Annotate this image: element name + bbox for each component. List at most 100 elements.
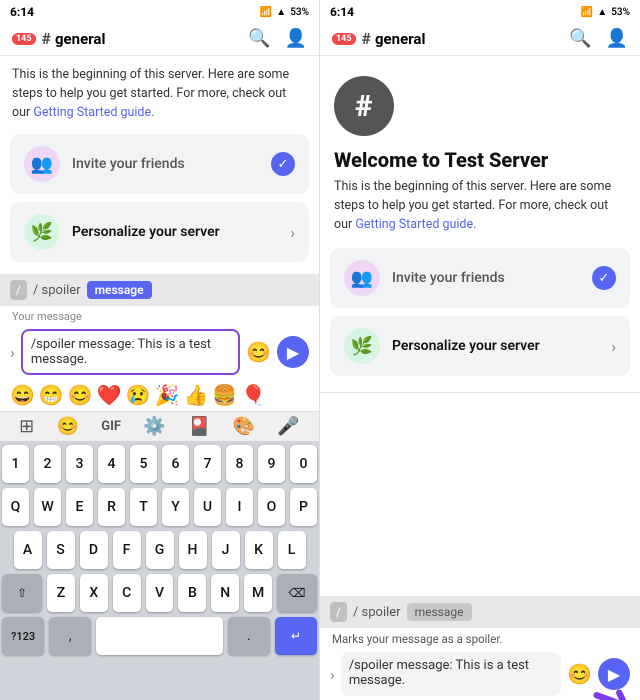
kb-key-6[interactable]: 6 bbox=[162, 445, 189, 483]
channel-name-right: # general bbox=[362, 29, 570, 48]
kb-key-3[interactable]: 3 bbox=[66, 445, 93, 483]
message-label-left: Your message bbox=[0, 306, 319, 325]
kb-key-g[interactable]: G bbox=[146, 531, 174, 569]
command-bar-left: / / spoiler message bbox=[0, 274, 319, 306]
emoji-btn-right[interactable]: 😊 bbox=[567, 662, 592, 686]
task-personalize-right[interactable]: 🌿 Personalize your server › bbox=[330, 316, 630, 376]
kb-key-8[interactable]: 8 bbox=[226, 445, 253, 483]
task-invite-right[interactable]: 👥 Invite your friends ✓ bbox=[330, 248, 630, 308]
search-icon-right[interactable]: 🔍 bbox=[569, 28, 591, 49]
kb-key-w[interactable]: W bbox=[34, 488, 61, 526]
kb-key-y[interactable]: Y bbox=[162, 488, 189, 526]
kb-key-r[interactable]: R bbox=[98, 488, 125, 526]
left-panel: 6:14 📶 ▲ 53% 145 # general 🔍 👤 This is t… bbox=[0, 0, 320, 700]
command-slash-left: / spoiler bbox=[33, 283, 81, 298]
getting-started-link-left[interactable]: Getting Started guide. bbox=[33, 105, 154, 120]
command-tag-left[interactable]: message bbox=[87, 281, 152, 299]
kb-emoji-icon[interactable]: 😊 bbox=[57, 416, 79, 437]
task-invite-check: ✓ bbox=[271, 152, 295, 176]
kb-toolbar-left: ⊞ 😊 GIF ⚙️ 🎴 🎨 🎤 bbox=[0, 411, 319, 441]
kb-comma-key[interactable]: , bbox=[49, 617, 91, 655]
command-icon-right: / bbox=[330, 602, 347, 622]
kb-key-l[interactable]: L bbox=[278, 531, 306, 569]
kb-key-b[interactable]: B bbox=[178, 574, 206, 612]
kb-123-key[interactable]: ?123 bbox=[2, 617, 44, 655]
kb-key-1[interactable]: 1 bbox=[2, 445, 29, 483]
kb-key-z[interactable]: Z bbox=[47, 574, 75, 612]
message-input-right[interactable]: /spoiler message: This is a test message… bbox=[341, 652, 561, 696]
kb-space-key[interactable] bbox=[96, 617, 222, 655]
kb-key-x[interactable]: X bbox=[80, 574, 108, 612]
kb-key-p[interactable]: P bbox=[290, 488, 317, 526]
welcome-text-left: This is the beginning of this server. He… bbox=[0, 56, 319, 130]
kb-shift-key[interactable]: ⇧ bbox=[2, 574, 42, 612]
kb-gif-icon[interactable]: GIF bbox=[101, 419, 121, 434]
status-bar-right: 6:14 📶 ▲ 53% bbox=[320, 0, 640, 22]
kb-key-j[interactable]: J bbox=[212, 531, 240, 569]
kb-key-v[interactable]: V bbox=[146, 574, 174, 612]
wifi-icon-right: ▲ bbox=[597, 7, 607, 18]
time-left: 6:14 bbox=[10, 5, 34, 19]
members-icon-left[interactable]: 👤 bbox=[285, 28, 307, 49]
hash-icon-right: # bbox=[362, 29, 371, 48]
command-icon-left: / bbox=[10, 280, 27, 300]
kb-period-key[interactable]: . bbox=[228, 617, 270, 655]
kb-paint-icon[interactable]: 🎨 bbox=[233, 416, 255, 437]
kb-mic-icon[interactable]: 🎤 bbox=[277, 416, 299, 437]
kb-key-e[interactable]: E bbox=[66, 488, 93, 526]
getting-started-link-right[interactable]: Getting Started guide. bbox=[355, 217, 476, 232]
kb-key-a[interactable]: A bbox=[14, 531, 42, 569]
send-btn-left[interactable]: ▶ bbox=[277, 336, 309, 368]
signal-icon: 📶 bbox=[260, 7, 272, 18]
time-right: 6:14 bbox=[330, 5, 354, 19]
kb-key-9[interactable]: 9 bbox=[258, 445, 285, 483]
kb-key-n[interactable]: N bbox=[211, 574, 239, 612]
channel-header-left: 145 # general 🔍 👤 bbox=[0, 22, 319, 56]
battery-icon-right: 53% bbox=[611, 7, 630, 18]
task-personalize-icon: 🌿 bbox=[24, 214, 60, 250]
kb-key-m[interactable]: M bbox=[244, 574, 272, 612]
big-hash-icon: # bbox=[334, 76, 394, 136]
kb-key-q[interactable]: Q bbox=[2, 488, 29, 526]
status-bar-left: 6:14 📶 ▲ 53% bbox=[0, 0, 319, 22]
kb-key-7[interactable]: 7 bbox=[194, 445, 221, 483]
send-btn-right[interactable]: ▶ bbox=[598, 658, 630, 690]
kb-key-f[interactable]: F bbox=[113, 531, 141, 569]
kb-key-c[interactable]: C bbox=[113, 574, 141, 612]
kb-key-h[interactable]: H bbox=[179, 531, 207, 569]
kb-backspace-key[interactable]: ⌫ bbox=[277, 574, 317, 612]
command-slash-right: / spoiler bbox=[353, 605, 401, 620]
expand-arrow-right[interactable]: › bbox=[330, 665, 335, 684]
kb-grid-icon[interactable]: ⊞ bbox=[19, 416, 34, 437]
kb-sticker-icon[interactable]: 🎴 bbox=[188, 416, 210, 437]
kb-key-k[interactable]: K bbox=[245, 531, 273, 569]
message-input-row-left: › /spoiler message: This is a test messa… bbox=[0, 325, 319, 379]
kb-key-o[interactable]: O bbox=[258, 488, 285, 526]
emoji-btn-left[interactable]: 😊 bbox=[246, 340, 271, 364]
members-icon-right[interactable]: 👤 bbox=[606, 28, 628, 49]
kb-key-i[interactable]: I bbox=[226, 488, 253, 526]
kb-key-u[interactable]: U bbox=[194, 488, 221, 526]
task-personalize-left[interactable]: 🌿 Personalize your server › bbox=[10, 202, 309, 262]
kb-row-zxcv: ⇧ Z X C V B N M ⌫ bbox=[2, 574, 317, 612]
kb-key-t[interactable]: T bbox=[130, 488, 157, 526]
message-input-row-right: › /spoiler message: This is a test messa… bbox=[320, 648, 640, 700]
task-invite-left[interactable]: 👥 Invite your friends ✓ bbox=[10, 134, 309, 194]
kb-enter-key[interactable]: ↵ bbox=[275, 617, 317, 655]
kb-key-2[interactable]: 2 bbox=[34, 445, 61, 483]
command-tag-right[interactable]: message bbox=[407, 603, 472, 621]
message-input-left[interactable]: /spoiler message: This is a test message… bbox=[21, 329, 240, 375]
notification-badge-right: 145 bbox=[332, 33, 356, 45]
expand-arrow-left[interactable]: › bbox=[10, 343, 15, 362]
task-invite-check-right: ✓ bbox=[592, 266, 616, 290]
kb-key-5[interactable]: 5 bbox=[130, 445, 157, 483]
kb-key-0[interactable]: 0 bbox=[290, 445, 317, 483]
task-invite-label: Invite your friends bbox=[72, 156, 259, 172]
kb-key-s[interactable]: S bbox=[47, 531, 75, 569]
kb-key-d[interactable]: D bbox=[80, 531, 108, 569]
task-personalize-icon-right: 🌿 bbox=[344, 328, 380, 364]
command-bar-right: / / spoiler message bbox=[320, 596, 640, 628]
search-icon-left[interactable]: 🔍 bbox=[248, 28, 270, 49]
kb-settings-icon[interactable]: ⚙️ bbox=[143, 416, 165, 437]
kb-key-4[interactable]: 4 bbox=[98, 445, 125, 483]
